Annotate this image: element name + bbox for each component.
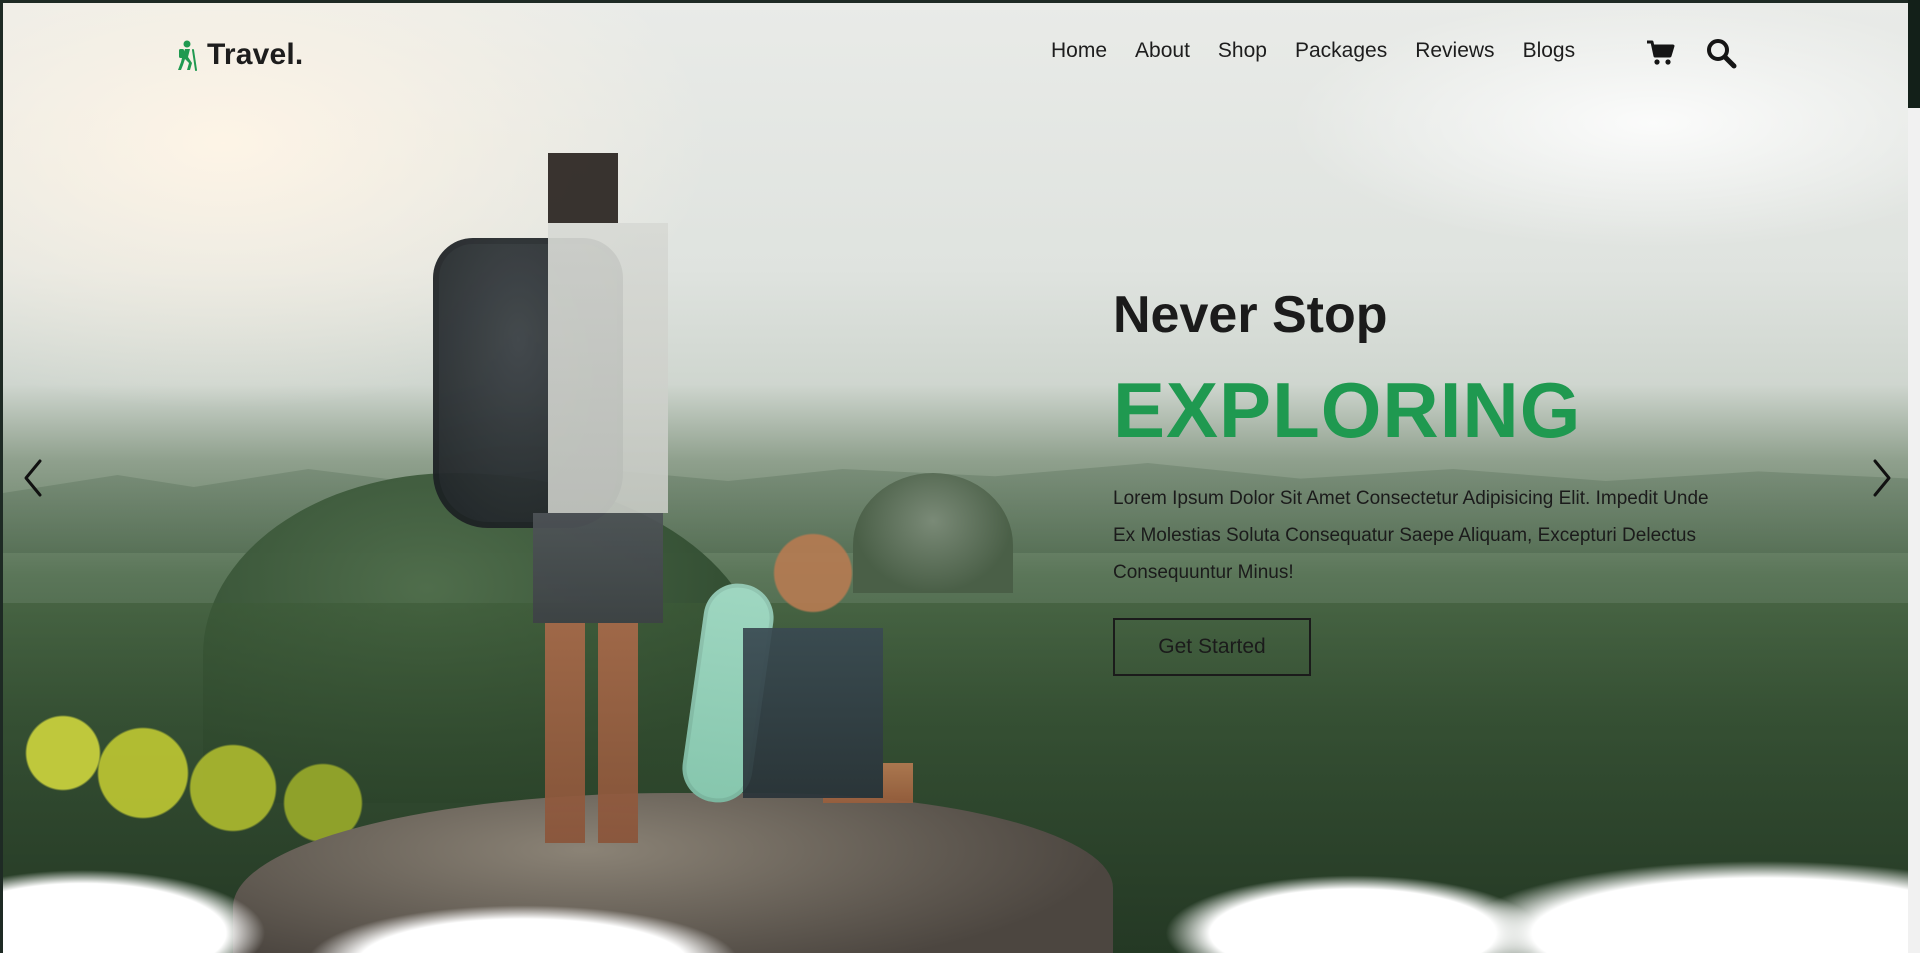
page-scrollbar-track[interactable] [1908,0,1920,953]
nav-blogs[interactable]: Blogs [1523,39,1576,63]
nav-about[interactable]: About [1135,39,1190,63]
bottom-mist [3,813,1911,953]
main-nav: Home About Shop Packages Reviews Blogs [1051,39,1575,63]
hero-description: Lorem Ipsum Dolor Sit Amet Consectetur A… [1113,488,1709,583]
nav-shop[interactable]: Shop [1218,39,1267,63]
shopping-cart-icon[interactable] [1644,36,1678,70]
browser-viewport: Travel. Home About Shop Packages Reviews… [0,0,1920,953]
search-icon[interactable] [1704,36,1738,70]
slider-next-button[interactable] [1867,457,1897,503]
chevron-right-icon [1869,457,1895,503]
sitting-hiker-image [613,533,933,853]
brand-name: Travel. [207,38,304,71]
nav-home[interactable]: Home [1051,39,1107,63]
hiker-icon [175,38,199,72]
nav-icons [1644,36,1738,70]
site-header: Travel. Home About Shop Packages Reviews… [3,3,1911,103]
hero-subtitle: Never Stop [1113,286,1388,344]
slider-prev-button[interactable] [18,457,48,503]
nav-reviews[interactable]: Reviews [1415,39,1494,63]
hero-content: Never Stop EXPLORING Lorem Ipsum Dolor S… [1113,285,1753,676]
hero-title: EXPLORING [1113,366,1582,454]
chevron-left-icon [20,457,46,503]
nav-packages[interactable]: Packages [1295,39,1387,63]
page-scrollbar-thumb[interactable] [1908,0,1920,108]
get-started-button[interactable]: Get Started [1113,618,1311,676]
brand-logo[interactable]: Travel. [175,35,303,75]
